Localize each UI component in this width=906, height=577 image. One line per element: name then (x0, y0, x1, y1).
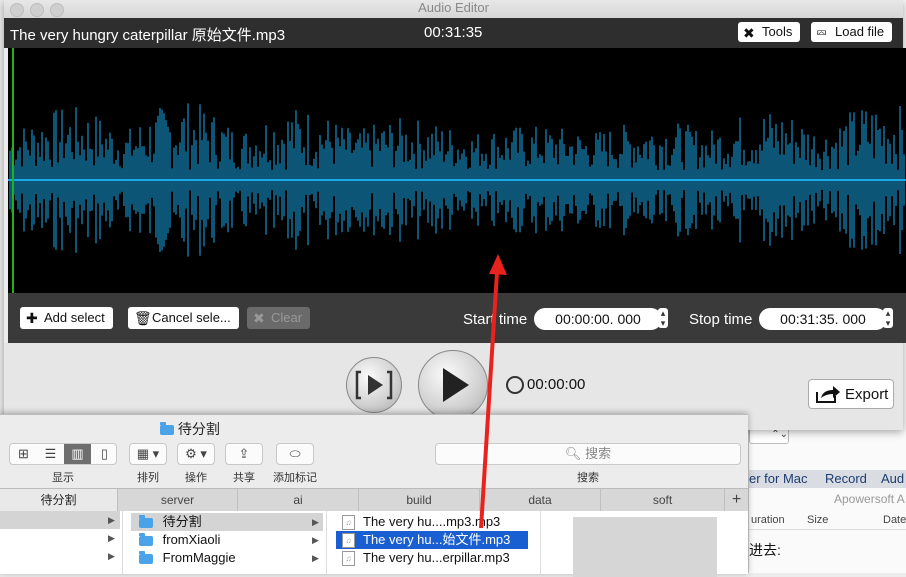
red-annotation-arrow (479, 254, 507, 529)
